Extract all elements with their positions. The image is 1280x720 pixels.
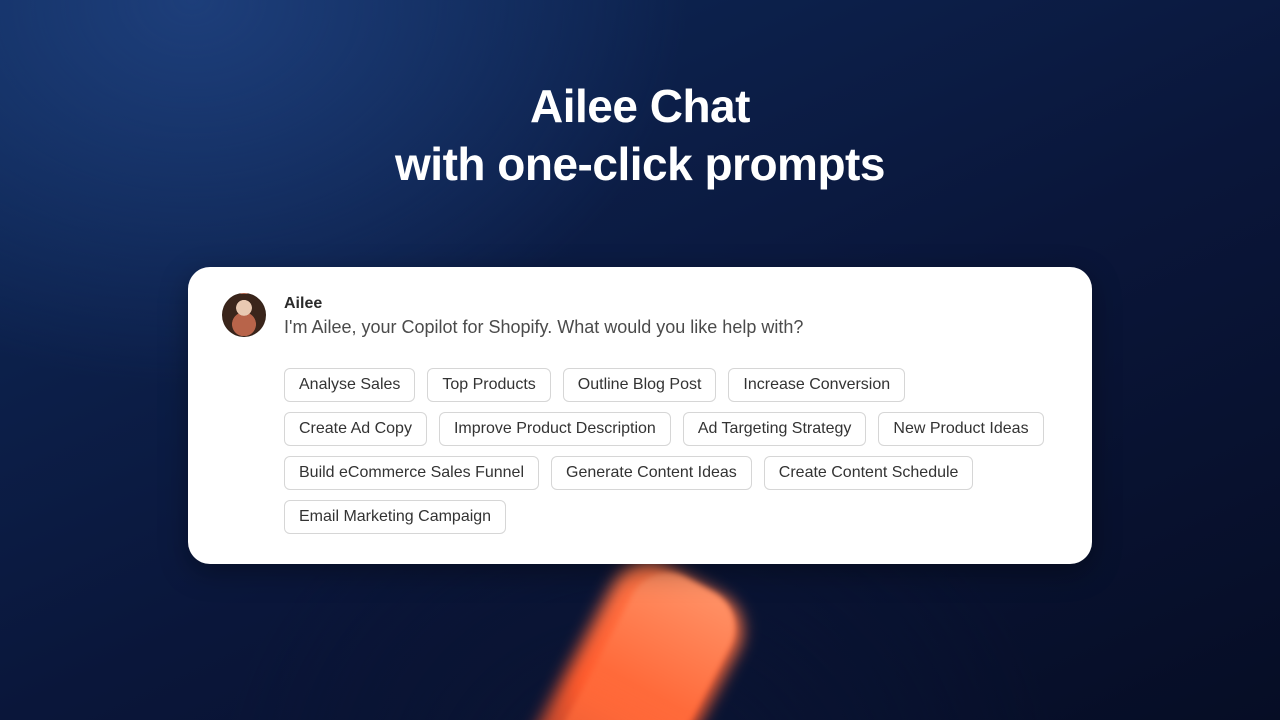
- chat-message-row: Ailee I'm Ailee, your Copilot for Shopif…: [222, 293, 1058, 340]
- prompt-chip[interactable]: Increase Conversion: [728, 368, 905, 402]
- prompt-chip[interactable]: New Product Ideas: [878, 412, 1043, 446]
- prompt-chip[interactable]: Generate Content Ideas: [551, 456, 752, 490]
- prompt-chip[interactable]: Create Ad Copy: [284, 412, 427, 446]
- prompt-chip-list: Analyse Sales Top Products Outline Blog …: [284, 368, 1058, 534]
- prompt-chip[interactable]: Analyse Sales: [284, 368, 415, 402]
- prompt-chip[interactable]: Create Content Schedule: [764, 456, 974, 490]
- chat-message-body: Ailee I'm Ailee, your Copilot for Shopif…: [284, 293, 1058, 340]
- hero-heading: Ailee Chat with one-click prompts: [0, 78, 1280, 193]
- prompt-chip[interactable]: Improve Product Description: [439, 412, 671, 446]
- chat-sender-name: Ailee: [284, 295, 1058, 313]
- background-streak: [464, 548, 757, 720]
- chat-message-text: I'm Ailee, your Copilot for Shopify. Wha…: [284, 315, 1058, 340]
- prompt-chip[interactable]: Build eCommerce Sales Funnel: [284, 456, 539, 490]
- prompt-chip[interactable]: Ad Targeting Strategy: [683, 412, 867, 446]
- background-streak-highlight: [492, 559, 749, 720]
- chat-card: Ailee I'm Ailee, your Copilot for Shopif…: [188, 267, 1092, 564]
- prompt-chip[interactable]: Top Products: [427, 368, 550, 402]
- avatar: [222, 293, 266, 337]
- hero-line-1: Ailee Chat: [530, 80, 750, 132]
- prompt-chip[interactable]: Email Marketing Campaign: [284, 500, 506, 534]
- hero-line-2: with one-click prompts: [395, 138, 885, 190]
- prompt-chip[interactable]: Outline Blog Post: [563, 368, 717, 402]
